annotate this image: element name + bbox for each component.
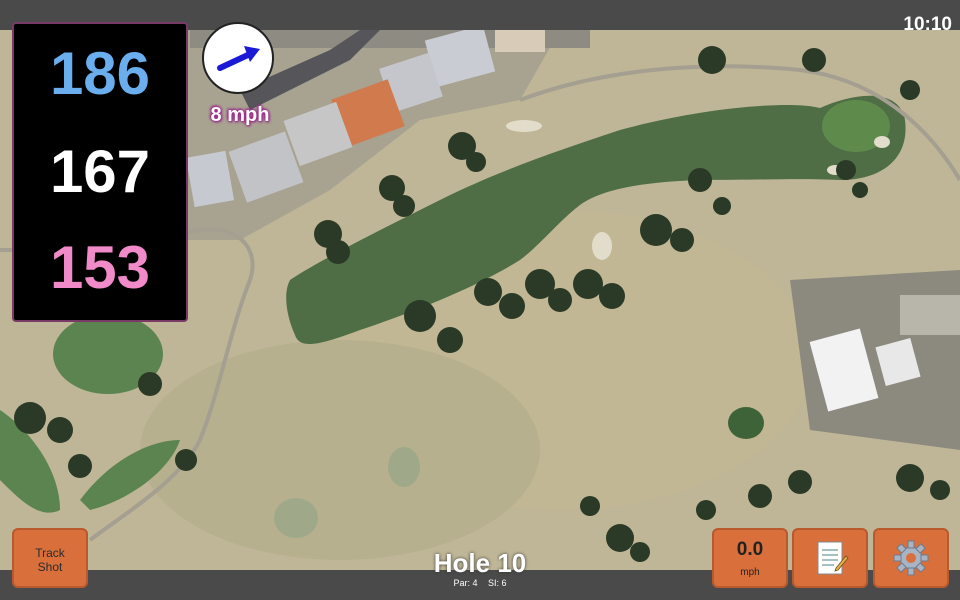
front-distance: 153 [49, 234, 151, 301]
gear-icon [893, 540, 929, 576]
speed-value: 0.0 [736, 539, 764, 560]
track-shot-label-line2: Shot [37, 560, 63, 574]
wind-speed-label: 8 mph [210, 104, 270, 126]
speed-button[interactable]: 0.0 mph [712, 528, 788, 588]
hole-details: Par: 4 SI: 6 [380, 578, 580, 588]
par-label: Par: 4 [453, 578, 478, 588]
hole-title: Hole 10 [433, 548, 527, 578]
back-distance: 186 [49, 40, 151, 107]
wind-arrow-icon [217, 46, 260, 71]
stroke-index-label: SI: 6 [488, 578, 507, 588]
track-shot-button[interactable]: Track Shot [12, 528, 88, 588]
wind-indicator [202, 22, 274, 94]
track-shot-label-line1: Track [35, 546, 65, 560]
settings-button[interactable] [873, 528, 949, 588]
distance-panel[interactable]: 186 167 153 [12, 22, 188, 322]
middle-distance: 167 [49, 138, 151, 205]
speed-unit: mph [740, 567, 760, 578]
notes-button[interactable] [792, 528, 868, 588]
notepad-icon [817, 541, 849, 575]
